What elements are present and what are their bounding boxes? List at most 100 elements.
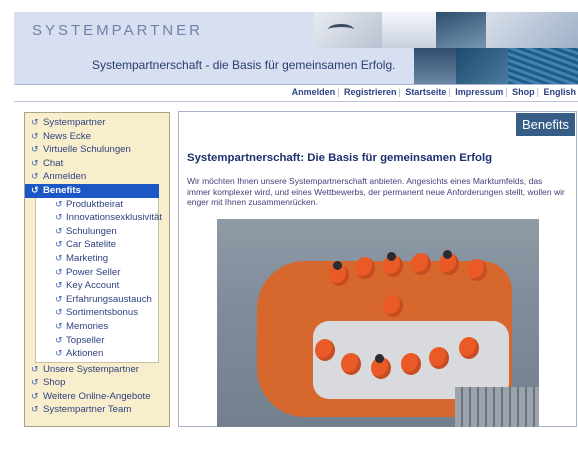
nav-arrow-icon: ↺ (55, 212, 63, 223)
submenu-item-produktbeirat[interactable]: ↺ Produktbeirat (36, 198, 158, 212)
submenu-item-memories[interactable]: ↺ Memories (36, 320, 158, 334)
topnav-link-english[interactable]: English (543, 87, 576, 97)
header-divider (14, 101, 578, 102)
nav-arrow-icon: ↺ (55, 198, 63, 209)
submenu-item-label: Key Account (66, 280, 120, 292)
topnav-separator: | (536, 87, 539, 97)
nav-arrow-icon: ↺ (31, 157, 39, 168)
nav-arrow-icon: ↺ (31, 390, 39, 401)
topnav-link-startseite[interactable]: Startseite (405, 87, 446, 97)
nav-arrow-icon: ↺ (31, 144, 39, 155)
submenu-item-power-seller[interactable]: ↺ Power Seller (36, 266, 158, 280)
sidebar-item-label: Shop (43, 377, 66, 389)
sidebar-item-chat[interactable]: ↺ Chat (25, 157, 169, 171)
dock-image (455, 387, 539, 427)
topnav-link-impressum[interactable]: Impressum (455, 87, 503, 97)
submenu-item-label: Sortimentsbonus (66, 307, 138, 319)
submenu-item-key-account[interactable]: ↺ Key Account (36, 279, 158, 293)
sidebar-item-benefits[interactable]: ↺ Benefits (25, 183, 159, 198)
sidebar-navigation: ↺ Systempartner ↺ News Ecke ↺ Virtuelle Sch… (24, 112, 170, 427)
nav-arrow-icon: ↺ (31, 171, 39, 182)
nav-arrow-icon: ↺ (55, 252, 63, 263)
sidebar-item-label: News Ecke (43, 130, 91, 142)
sidebar-item-shop[interactable]: ↺ Shop (25, 376, 169, 390)
submenu-item-aktionen[interactable]: ↺ Aktionen (36, 347, 158, 361)
sidebar-item-label: Systempartner Team (43, 404, 132, 416)
sidebar-item-label: Weitere Online-Angebote (43, 390, 151, 402)
submenu-item-label: Power Seller (66, 266, 121, 278)
sidebar-item-systempartner-team[interactable]: ↺ Systempartner Team (25, 403, 169, 417)
person-image (467, 259, 487, 281)
helmet-image (387, 252, 396, 261)
submenu-item-innovationsexklusivitaet[interactable]: ↺ Innovationsexklusivität (36, 211, 162, 225)
header-photo-fish (508, 48, 578, 84)
sidebar-item-systempartner[interactable]: ↺ Systempartner (25, 116, 169, 130)
nav-arrow-icon: ↺ (31, 404, 39, 415)
nav-arrow-icon: ↺ (55, 348, 63, 359)
sidebar-item-unsere-systempartner[interactable]: ↺ Unsere Systempartner (25, 363, 169, 377)
person-image (459, 337, 479, 359)
helmet-image (375, 354, 384, 363)
topnav-link-shop[interactable]: Shop (512, 87, 535, 97)
header-photo-clouds (382, 12, 436, 48)
team-boat-photo (217, 219, 539, 427)
person-image (383, 295, 403, 317)
nav-arrow-icon: ↺ (55, 293, 63, 304)
sidebar-item-label: Systempartner (43, 117, 106, 128)
submenu-item-sortimentsbonus[interactable]: ↺ Sortimentsbonus (36, 306, 158, 320)
helmet-image (443, 250, 452, 259)
topnav-separator: | (398, 87, 401, 97)
submenu-item-label: Aktionen (66, 348, 104, 360)
person-image (411, 253, 431, 275)
nav-arrow-icon: ↺ (55, 266, 63, 277)
sidebar-item-anmelden[interactable]: ↺ Anmelden (25, 170, 169, 184)
sidebar-item-weitere-online-angebote[interactable]: ↺ Weitere Online-Angebote (25, 390, 169, 404)
submenu-item-topseller[interactable]: ↺ Topseller (36, 334, 158, 348)
nav-arrow-icon: ↺ (31, 184, 39, 195)
benefits-submenu: ↺ Produktbeirat ↺ Innovationsexklusivität … (35, 197, 162, 363)
main-content: Benefits Systempartnerschaft: Die Basis … (178, 111, 577, 427)
submenu-item-label: Produktbeirat (66, 198, 124, 210)
sidebar-item-label: Benefits (43, 184, 81, 196)
intro-text: Wir möchten Ihnen unsere Systempartnersc… (187, 176, 565, 207)
header-photo-collage (314, 12, 578, 84)
nav-arrow-icon: ↺ (31, 363, 39, 374)
helmet-image (333, 261, 342, 270)
submenu-item-label: Memories (66, 320, 109, 332)
nav-arrow-icon: ↺ (31, 117, 39, 127)
header-photo-sea-2 (456, 48, 508, 84)
submenu-item-car-satelite[interactable]: ↺ Car Satelite (36, 238, 158, 252)
sidebar-item-label: Virtuelle Schulungen (43, 144, 131, 156)
sidebar-item-news-ecke[interactable]: ↺ News Ecke (25, 130, 169, 144)
sidebar-item-label: Anmelden (43, 171, 87, 183)
nav-arrow-icon: ↺ (31, 377, 39, 388)
section-badge: Benefits (516, 113, 575, 136)
person-image (429, 347, 449, 369)
header-photo-sea-1 (414, 48, 456, 84)
topnav-separator: | (448, 87, 451, 97)
header-photo-sky (314, 12, 382, 48)
person-image (315, 339, 335, 361)
submenu-item-erfahrungsaustauch[interactable]: ↺ Erfahrungsaustauch (36, 293, 158, 307)
submenu-item-schulungen[interactable]: ↺ Schulungen (36, 225, 158, 239)
topnav-link-anmelden[interactable]: Anmelden (292, 87, 336, 97)
submenu-item-label: Topseller (66, 334, 105, 346)
person-image (341, 353, 361, 375)
submenu-item-marketing[interactable]: ↺ Marketing (36, 252, 158, 266)
nav-arrow-icon: ↺ (55, 239, 63, 250)
site-brand[interactable]: SYSTEMPARTNER (32, 22, 203, 39)
topnav-separator: | (505, 87, 508, 97)
site-header: SYSTEMPARTNER Systempartnerschaft - die … (14, 12, 578, 85)
submenu-item-label: Car Satelite (66, 239, 117, 251)
submenu-item-label: Innovationsexklusivität (66, 212, 162, 224)
sidebar-item-label: Unsere Systempartner (43, 363, 139, 375)
header-photo-bird-closeup (436, 12, 486, 48)
sidebar-item-label: Chat (43, 157, 64, 169)
topnav-link-registrieren[interactable]: Registrieren (344, 87, 397, 97)
nav-arrow-icon: ↺ (31, 130, 39, 141)
nav-arrow-icon: ↺ (55, 225, 63, 236)
nav-arrow-icon: ↺ (55, 320, 63, 331)
submenu-item-label: Schulungen (66, 225, 117, 237)
person-image (401, 353, 421, 375)
sidebar-item-virtuelle-schulungen[interactable]: ↺ Virtuelle Schulungen (25, 143, 169, 157)
